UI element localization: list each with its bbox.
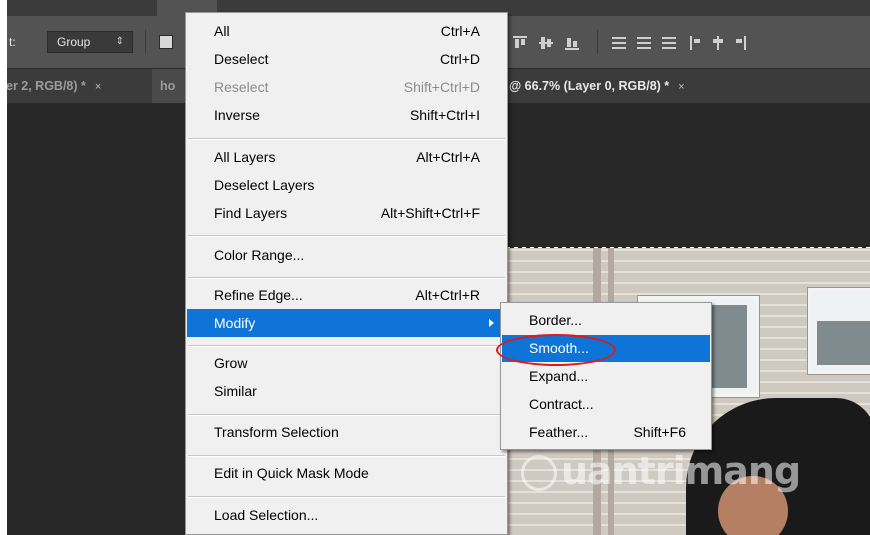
menu-item-modify[interactable]: Modify (187, 309, 506, 337)
menu-separator (188, 455, 505, 457)
distribute-bottom-icon[interactable] (662, 36, 676, 50)
close-icon[interactable]: × (678, 81, 684, 93)
menu-item-label: Load Selection... (214, 507, 319, 523)
menu-item-deselect-layers[interactable]: Deselect Layers (187, 171, 506, 199)
document-tab-title: ho (160, 79, 176, 93)
photo-window (808, 288, 870, 374)
menu-item-label: Modify (214, 315, 256, 331)
submenu-arrow-icon (489, 319, 494, 327)
menu-item-load-selection[interactable]: Load Selection... (187, 501, 506, 529)
menu-item-transform-selection[interactable]: Transform Selection (187, 418, 506, 446)
menu-item-shortcut: Ctrl+D (439, 51, 480, 67)
menu-item-label: All (214, 23, 230, 39)
modify-submenu: Border... Smooth... Expand... Contract..… (500, 302, 712, 450)
menu-separator (188, 496, 505, 498)
menu-item-label: Inverse (214, 107, 260, 123)
menu-separator (188, 345, 505, 347)
menu-item-shortcut: Shift+Ctrl+D (403, 79, 480, 95)
menu-item-inverse[interactable]: Inverse Shift+Ctrl+I (187, 101, 506, 129)
document-tab-title: @ 66.7% (Layer 0, RGB/8) * (509, 79, 670, 93)
menu-item-label: All Layers (214, 149, 276, 165)
menu-item-label: Grow (214, 355, 248, 371)
menu-item-shortcut: Alt+Shift+Ctrl+F (380, 205, 480, 221)
menu-item-label: Find Layers (214, 205, 288, 221)
distribute-right-icon[interactable] (733, 36, 747, 50)
menu-item-shortcut: Shift+F6 (633, 424, 686, 440)
selection-marquee (498, 247, 870, 248)
menu-item-label: Deselect Layers (214, 177, 315, 193)
menu-item-label: Similar (214, 383, 257, 399)
distribute-top-icon[interactable] (612, 36, 626, 50)
menu-item-shortcut: Alt+Ctrl+R (415, 287, 480, 303)
submenu-item-contract[interactable]: Contract... (502, 391, 710, 418)
menu-item-all[interactable]: All Ctrl+A (187, 17, 506, 45)
menu-item-deselect[interactable]: Deselect Ctrl+D (187, 45, 506, 73)
menu-item-all-layers[interactable]: All Layers Alt+Ctrl+A (187, 143, 506, 171)
menu-item-label: Border... (529, 312, 582, 328)
menu-separator (188, 138, 505, 140)
menu-separator (188, 277, 505, 279)
menu-item-similar[interactable]: Similar (187, 377, 506, 405)
distribute-center-icon[interactable] (637, 36, 651, 50)
menu-item-label: Refine Edge... (214, 287, 303, 303)
select-menu: All Ctrl+A Deselect Ctrl+D Reselect Shif… (185, 12, 508, 535)
align-top-icon[interactable] (513, 36, 527, 50)
menu-item-label: Reselect (214, 79, 269, 95)
menu-item-label: Contract... (529, 396, 594, 412)
menu-separator (188, 414, 505, 416)
menu-item-label: Expand... (529, 368, 589, 384)
menu-item-reselect: Reselect Shift+Ctrl+D (187, 73, 506, 101)
align-bottom-icon[interactable] (565, 36, 579, 50)
annotation-circle (496, 334, 616, 366)
menu-item-label: Edit in Quick Mask Mode (214, 465, 369, 481)
menu-item-label: Feather... (529, 424, 589, 440)
menu-item-find-layers[interactable]: Find Layers Alt+Shift+Ctrl+F (187, 199, 506, 227)
submenu-item-feather[interactable]: Feather... Shift+F6 (502, 419, 710, 446)
menu-item-shortcut: Alt+Ctrl+A (416, 149, 480, 165)
menu-separator (188, 235, 505, 237)
menu-item-shortcut: Shift+Ctrl+I (409, 107, 480, 123)
photo-window-pane (817, 321, 870, 365)
menu-item-refine-edge[interactable]: Refine Edge... Alt+Ctrl+R (187, 281, 506, 309)
menu-item-label: Transform Selection (214, 424, 339, 440)
watermark-text: uantrimang (561, 449, 801, 493)
watermark-bulb-icon (521, 455, 557, 491)
document-tab-title: er 2, RGB/8) * (7, 79, 86, 93)
distribute-horizontal-center-icon[interactable] (711, 36, 725, 50)
submenu-item-expand[interactable]: Expand... (502, 363, 710, 390)
menu-item-shortcut: Ctrl+A (440, 23, 480, 39)
menu-item-label: Deselect (214, 51, 269, 67)
menu-item-quick-mask[interactable]: Edit in Quick Mask Mode (187, 459, 506, 487)
toolbar-divider (597, 30, 598, 54)
menu-item-grow[interactable]: Grow (187, 349, 506, 377)
watermark-logo: uantrimang (521, 449, 841, 499)
close-icon[interactable]: × (95, 81, 101, 93)
menu-item-label: Color Range... (214, 247, 305, 263)
submenu-item-border[interactable]: Border... (502, 307, 710, 334)
align-vertical-center-icon[interactable] (539, 36, 553, 50)
document-tab[interactable]: er 2, RGB/8) * × (7, 69, 101, 103)
menu-item-color-range[interactable]: Color Range... (187, 241, 506, 269)
document-tab-active[interactable]: @ 66.7% (Layer 0, RGB/8) * × (509, 69, 685, 103)
distribute-left-icon[interactable] (689, 36, 703, 50)
